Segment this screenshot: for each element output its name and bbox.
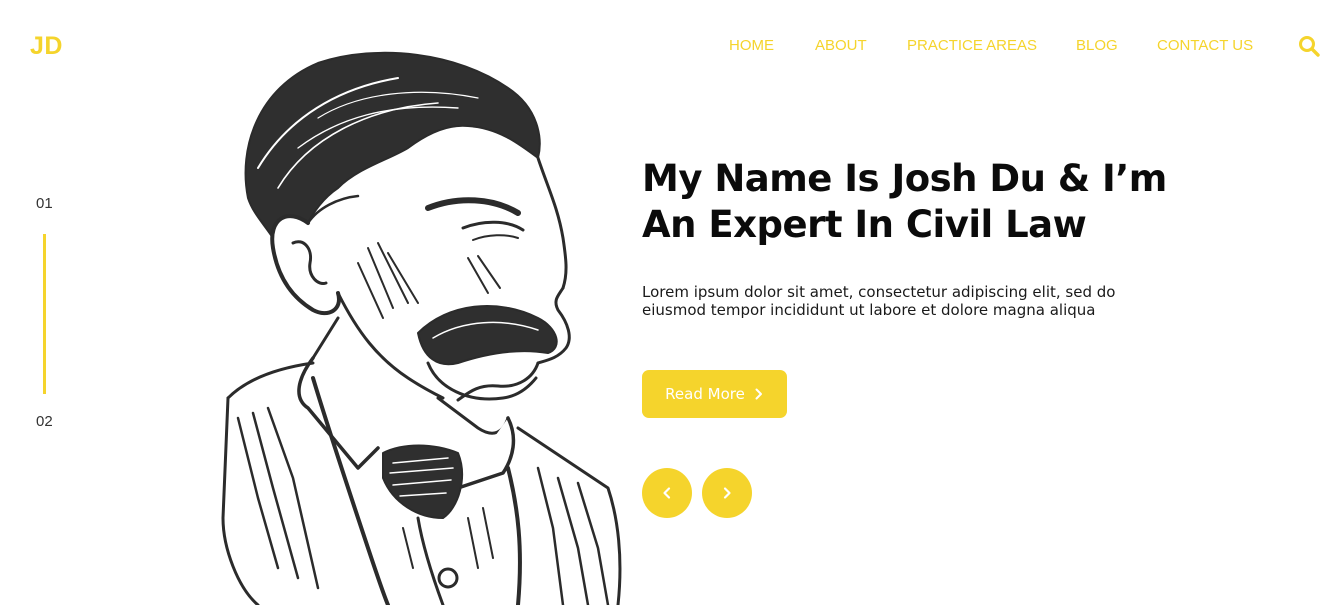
hero-heading: My Name Is Josh Du & I’m An Expert In Ci… — [642, 156, 1242, 248]
portrait-illustration — [218, 48, 628, 605]
slider-next-button[interactable] — [702, 468, 752, 518]
read-more-label: Read More — [665, 385, 745, 403]
hero-description-line1: Lorem ipsum dolor sit amet, consectetur … — [642, 283, 1116, 301]
slide-progress-line — [43, 234, 46, 394]
nav-practice-areas[interactable]: PRACTICE AREAS — [907, 37, 1037, 54]
main-nav: HOME ABOUT PRACTICE AREAS BLOG CONTACT U… — [0, 37, 1340, 57]
slide-indicator-next[interactable]: 02 — [36, 413, 53, 430]
hero-description-line2: eiusmod tempor incididunt ut labore et d… — [642, 301, 1096, 319]
slide-indicator-current[interactable]: 01 — [36, 195, 53, 212]
nav-home[interactable]: HOME — [729, 37, 774, 54]
read-more-button[interactable]: Read More — [642, 370, 787, 418]
chevron-right-icon — [755, 388, 762, 400]
chevron-right-icon — [723, 487, 731, 499]
nav-blog[interactable]: BLOG — [1076, 37, 1118, 54]
nav-contact-us[interactable]: CONTACT US — [1157, 37, 1253, 54]
search-icon[interactable] — [1298, 35, 1320, 57]
hero-description: Lorem ipsum dolor sit amet, consectetur … — [642, 283, 1182, 319]
nav-about[interactable]: ABOUT — [815, 37, 867, 54]
hero-heading-line1: My Name Is Josh Du & I’m — [642, 157, 1167, 200]
slider-prev-button[interactable] — [642, 468, 692, 518]
chevron-left-icon — [663, 487, 671, 499]
hero-heading-line2: An Expert In Civil Law — [642, 203, 1087, 246]
